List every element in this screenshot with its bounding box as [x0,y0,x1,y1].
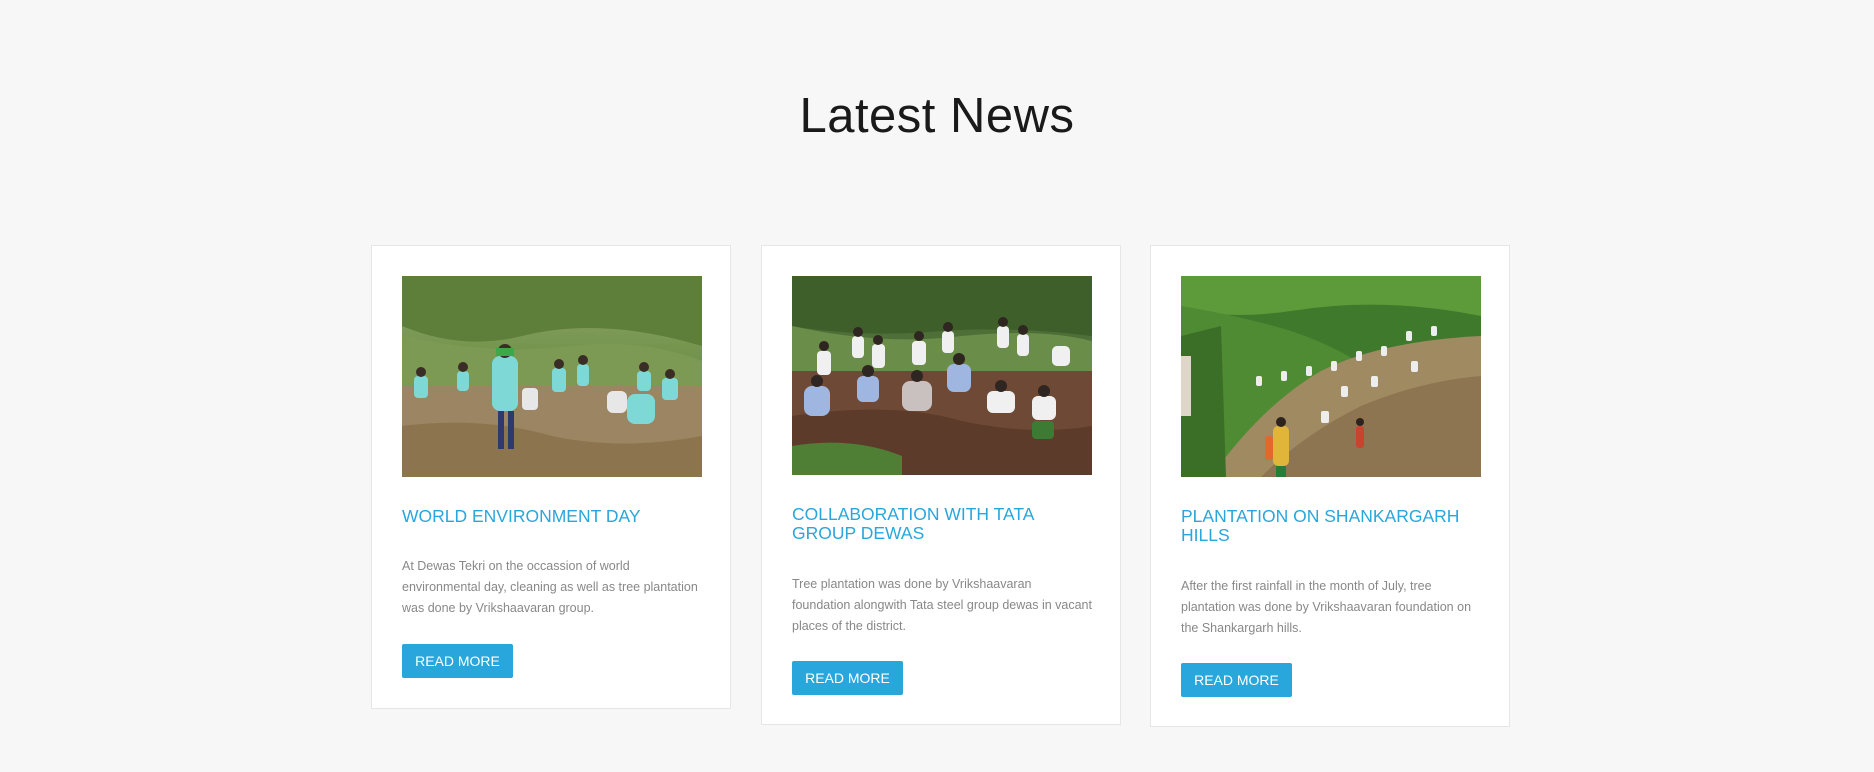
read-more-button[interactable]: READ MORE [792,661,903,695]
news-image-graphic [792,276,1092,475]
news-title[interactable]: WORLD ENVIRONMENT DAY [402,507,702,526]
news-excerpt: At Dewas Tekri on the occassion of world… [402,559,698,615]
read-more-button[interactable]: READ MORE [402,644,513,678]
news-title[interactable]: PLANTATION ON SHANKARGARH HILLS [1181,507,1481,545]
news-card: PLANTATION ON SHANKARGARH HILLS After th… [1150,245,1510,727]
news-image[interactable] [1181,276,1481,477]
news-image-graphic [402,276,702,477]
news-image-graphic [1181,276,1481,477]
news-excerpt: Tree plantation was done by Vrikshaavara… [792,577,1092,633]
section-title: Latest News [799,89,1075,143]
news-title[interactable]: COLLABORATION WITH TATA GROUP DEWAS [792,505,1092,543]
news-image[interactable] [792,276,1092,475]
news-card: WORLD ENVIRONMENT DAY At Dewas Tekri on … [371,245,731,709]
read-more-button[interactable]: READ MORE [1181,663,1292,697]
news-excerpt: After the first rainfall in the month of… [1181,579,1472,635]
news-image[interactable] [402,276,702,477]
news-card: COLLABORATION WITH TATA GROUP DEWAS Tree… [761,245,1121,725]
